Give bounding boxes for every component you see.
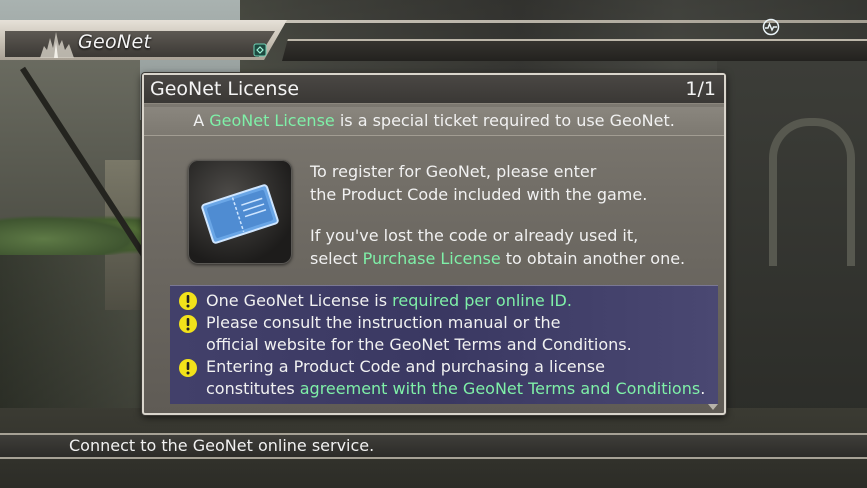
ticket-icon [188,160,292,264]
purchase-license-link[interactable]: Purchase License [363,249,501,268]
notice-item: Please consult the instruction manual or… [206,313,632,354]
network-link-icon [253,43,267,57]
header-bar: GeoNet [0,18,867,61]
footer-help-text: Connect to the GeoNet online service. [69,436,375,455]
scroll-down-arrow-icon[interactable] [708,404,718,410]
warning-icon [179,359,197,377]
notice-item: One GeoNet License is required per onlin… [206,291,572,310]
dialog-header: GeoNet License 1/1 [144,75,724,104]
network-status-icon [762,18,780,36]
warning-icon [179,292,197,310]
footer-help-bar: Connect to the GeoNet online service. [0,433,867,459]
warning-icon [179,315,197,333]
notice-item: Entering a Product Code and purchasing a… [206,357,706,398]
dialog-title: GeoNet License [150,78,300,100]
castle-emblem-icon [40,32,74,58]
notice-panel: One GeoNet License is required per onlin… [170,285,718,404]
dialog-body: To register for GeoNet, please enter the… [310,162,686,268]
subtitle-highlight: GeoNet License [209,111,335,130]
page-indicator: 1/1 [685,78,716,100]
header-title: GeoNet [78,31,152,53]
terms-link[interactable]: agreement with the GeoNet Terms and Cond… [300,379,700,398]
dialog-subtitle: A GeoNet License is a special ticket req… [144,107,724,136]
license-dialog: GeoNet License 1/1 A GeoNet License is a… [142,73,726,415]
